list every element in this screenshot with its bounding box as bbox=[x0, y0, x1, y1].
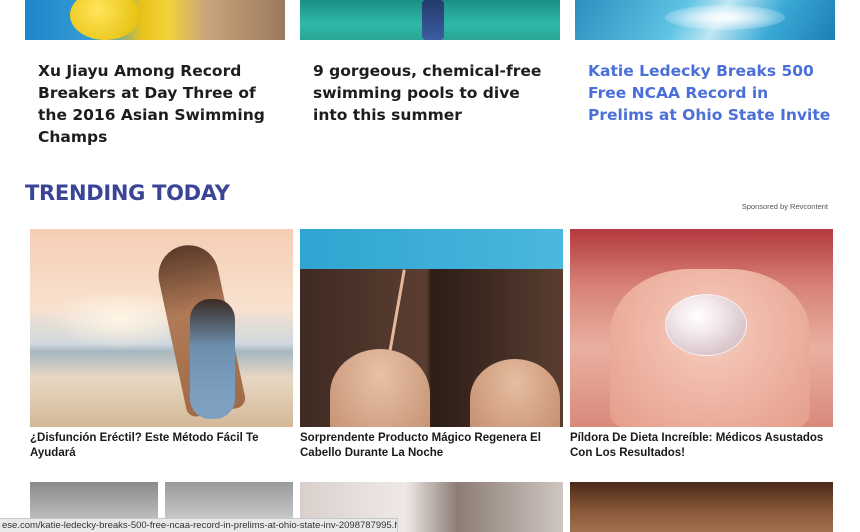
article-thumbnail-pools[interactable] bbox=[300, 0, 560, 40]
pill-shape bbox=[665, 294, 747, 356]
article-title-xu-jiayu[interactable]: Xu Jiayu Among Record Breakers at Day Th… bbox=[38, 60, 283, 148]
water-splash-graphic bbox=[665, 5, 785, 30]
swim-cap-graphic bbox=[70, 0, 140, 40]
trending-section-title: TRENDING TODAY bbox=[25, 181, 230, 205]
sky-background bbox=[300, 229, 563, 269]
trending-card-caption[interactable]: Sorprendente Producto Mágico Regenera El… bbox=[300, 431, 563, 461]
trending-card-1[interactable]: ¿Disfunción Eréctil? Este Método Fácil T… bbox=[30, 229, 293, 461]
pill-in-hand-image[interactable] bbox=[570, 229, 833, 427]
hair-comparison-image[interactable] bbox=[300, 229, 563, 427]
trending-card-caption[interactable]: Píldora De Dieta Increíble: Médicos Asus… bbox=[570, 431, 833, 461]
article-thumbnail-ledecky[interactable] bbox=[575, 0, 835, 40]
status-bar-url: ese.com/katie-ledecky-breaks-500-free-nc… bbox=[0, 518, 398, 532]
sponsored-by-label[interactable]: Sponsored by Revcontent bbox=[742, 202, 828, 211]
trending-card-3[interactable]: Píldora De Dieta Increíble: Médicos Asus… bbox=[570, 229, 833, 461]
trending-card-image-partial[interactable] bbox=[570, 482, 833, 532]
face-right bbox=[470, 359, 560, 427]
article-thumbnail-xu-jiayu[interactable] bbox=[25, 0, 285, 40]
article-title-pools[interactable]: 9 gorgeous, chemical-free swimming pools… bbox=[313, 60, 558, 126]
face-left bbox=[330, 349, 430, 427]
hair-part-line bbox=[387, 269, 406, 359]
trending-card-2[interactable]: Sorprendente Producto Mágico Regenera El… bbox=[300, 229, 563, 461]
swimmer-figure-graphic bbox=[422, 0, 444, 40]
trending-card-caption[interactable]: ¿Disfunción Eréctil? Este Método Fácil T… bbox=[30, 431, 293, 461]
article-title-ledecky[interactable]: Katie Ledecky Breaks 500 Free NCAA Recor… bbox=[588, 60, 833, 126]
couple-beach-image[interactable] bbox=[30, 229, 293, 427]
person-silhouette bbox=[190, 299, 235, 419]
